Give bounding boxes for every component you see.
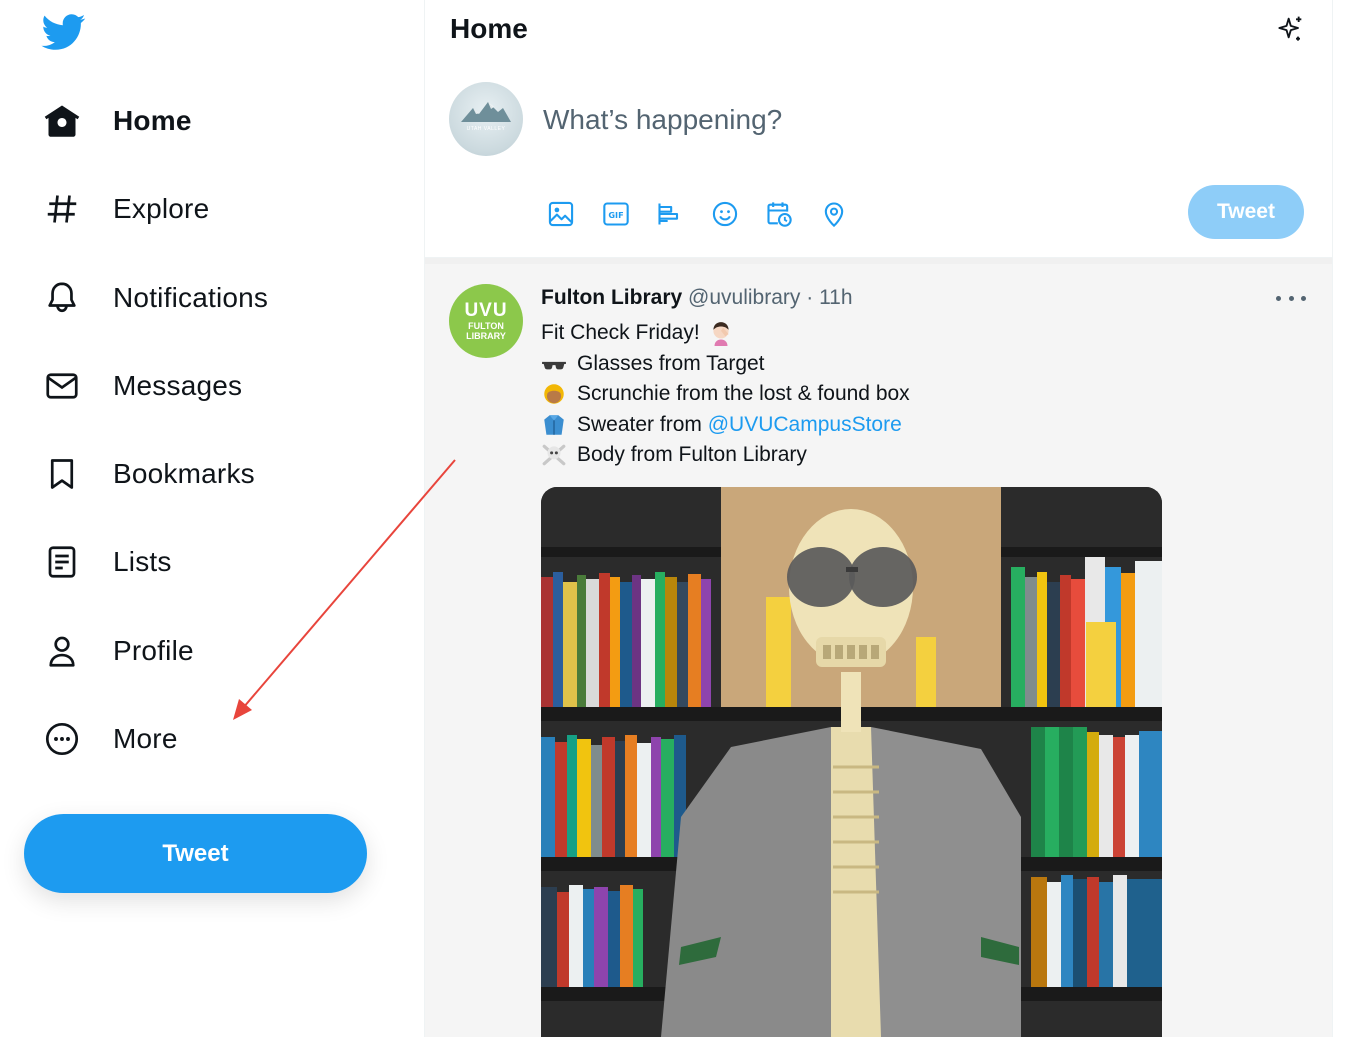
- main-timeline: Home UTAH VALLEY GIF: [424, 0, 1333, 1037]
- tweet-card[interactable]: UVU FULTON LIBRARY Fulton Library @uvulib…: [425, 264, 1332, 1037]
- sidebar-item-label: Bookmarks: [113, 458, 255, 489]
- tweet-line: Sweater from @UVUCampusStore: [541, 410, 910, 441]
- tweet-text: Fit Check Friday! Glasses from Target Sc…: [541, 318, 910, 471]
- hashtag-icon: [42, 189, 82, 229]
- facepalm-emoji-icon: [708, 320, 734, 347]
- bookmark-icon: [42, 454, 82, 494]
- avatar[interactable]: UTAH VALLEY: [449, 82, 523, 156]
- sidebar-item-label: Messages: [113, 370, 243, 401]
- compose-input[interactable]: [543, 104, 1143, 136]
- gif-icon[interactable]: GIF: [598, 196, 634, 232]
- composer-tweet-button[interactable]: Tweet: [1188, 185, 1304, 239]
- page-title: Home: [450, 13, 528, 44]
- tweet-line: Scrunchie from the lost & found box: [541, 379, 910, 410]
- tweet-line-text: Sweater from: [577, 412, 708, 436]
- list-icon: [42, 542, 82, 582]
- more-circle-icon: [42, 719, 82, 759]
- tweet-line-text: Body from Fulton Library: [577, 443, 807, 466]
- location-icon[interactable]: [816, 196, 852, 232]
- envelope-icon: [42, 366, 82, 406]
- sidebar-item-label: Explore: [113, 193, 210, 224]
- sidebar-item-bookmarks[interactable]: Bookmarks: [26, 442, 271, 506]
- avatar[interactable]: UVU FULTON LIBRARY: [449, 284, 523, 358]
- mention-link[interactable]: @UVUCampusStore: [708, 410, 902, 441]
- home-icon: [42, 101, 82, 141]
- sidebar-item-label: Notifications: [113, 282, 269, 313]
- sidebar-item-label: Lists: [113, 546, 172, 577]
- schedule-icon[interactable]: [761, 196, 797, 232]
- skeleton-library-photo: [541, 487, 1162, 1037]
- tweet-line-text: Glasses from Target: [577, 351, 765, 375]
- tweet-line: Body from Fulton Library: [541, 440, 910, 471]
- tweet-author-handle[interactable]: @uvulibrary: [688, 286, 800, 309]
- more-options-icon[interactable]: [1276, 286, 1306, 310]
- bell-icon: [42, 278, 82, 318]
- sidebar: Home Explore Notifications Messages Book…: [0, 0, 424, 1037]
- twitter-bird-icon[interactable]: [40, 10, 88, 54]
- sidebar-item-label: Home: [113, 105, 192, 136]
- tweet-author-name[interactable]: Fulton Library: [541, 286, 682, 309]
- tweet-line: Glasses from Target: [541, 349, 910, 380]
- emoji-icon[interactable]: [707, 196, 743, 232]
- tweet-line-text: Fit Check Friday!: [541, 321, 700, 344]
- image-icon[interactable]: [543, 196, 579, 232]
- sidebar-item-more[interactable]: More: [26, 707, 194, 771]
- person-icon: [42, 631, 82, 671]
- composer-toolbar: GIF: [543, 196, 870, 232]
- sidebar-item-label: More: [113, 723, 178, 754]
- sunglasses-emoji-icon: [541, 351, 567, 377]
- avatar-line3-text: LIBRARY: [466, 331, 506, 341]
- coat-emoji-icon: [541, 412, 567, 438]
- tweet-composer: UTAH VALLEY GIF Tweet: [425, 60, 1332, 258]
- tweet-button[interactable]: Tweet: [24, 814, 367, 893]
- sidebar-item-home[interactable]: Home: [26, 89, 208, 153]
- sidebar-item-profile[interactable]: Profile: [26, 619, 210, 683]
- mountain-logo-icon: [461, 102, 511, 122]
- avatar-line2: FULTON LIBRARY: [449, 321, 523, 341]
- avatar-text: UTAH VALLEY: [466, 126, 506, 132]
- avatar-line2-text: FULTON: [468, 321, 504, 331]
- sparkle-icon[interactable]: [1274, 14, 1306, 46]
- tweet-line: Fit Check Friday!: [541, 318, 910, 349]
- avatar-line1: UVU: [464, 300, 508, 321]
- tweet-timestamp[interactable]: 11h: [819, 286, 852, 309]
- sidebar-item-lists[interactable]: Lists: [26, 530, 188, 594]
- sidebar-item-messages[interactable]: Messages: [26, 354, 258, 418]
- tweet-header: Fulton Library @uvulibrary · 11h: [541, 286, 853, 310]
- timeline-header: Home: [425, 0, 1332, 60]
- gif-label: GIF: [608, 210, 623, 220]
- tweet-line-text: Scrunchie from the lost & found box: [577, 382, 910, 405]
- person-blond-emoji-icon: [541, 381, 567, 407]
- separator: ·: [806, 286, 814, 309]
- tweet-photo[interactable]: [541, 487, 1162, 1037]
- sidebar-item-explore[interactable]: Explore: [26, 177, 225, 241]
- poll-icon[interactable]: [652, 196, 688, 232]
- skull-crossbones-emoji-icon: [541, 442, 567, 468]
- sidebar-item-notifications[interactable]: Notifications: [26, 266, 284, 330]
- sidebar-item-label: Profile: [113, 635, 194, 666]
